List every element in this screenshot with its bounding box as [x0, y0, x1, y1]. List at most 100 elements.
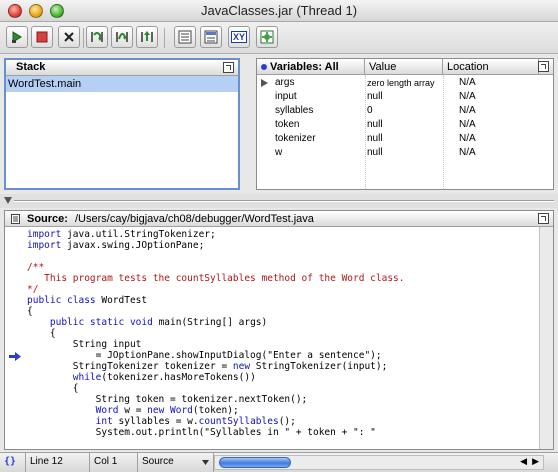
- variable-row[interactable]: tokenizer null N/A: [257, 132, 553, 146]
- variables-panel: Variables: All Value Location args zero …: [256, 58, 554, 190]
- window-title: JavaClasses.jar (Thread 1): [200, 3, 358, 18]
- status-bar: {} Line 12 Col 1 Source ◀ ▶: [0, 452, 558, 472]
- chevron-down-icon: [202, 460, 209, 465]
- code-line: System.out.println("Syllables in " + tok…: [27, 427, 376, 438]
- variable-value: 0: [367, 105, 373, 116]
- code-line: This program tests the countSyllables me…: [27, 273, 405, 284]
- split-divider[interactable]: [0, 194, 558, 208]
- column-indicator: Col 1: [90, 453, 138, 472]
- run-button[interactable]: [6, 26, 28, 48]
- xy-icon: XY: [230, 31, 247, 43]
- kill-button[interactable]: [58, 26, 80, 48]
- detail-view-button[interactable]: [200, 26, 222, 48]
- code-line: {: [27, 383, 79, 394]
- variable-location: N/A: [459, 77, 476, 88]
- gear-icon: [260, 30, 274, 44]
- step-into-icon: [91, 32, 103, 42]
- variable-location: N/A: [459, 105, 476, 116]
- mode-dropdown[interactable]: Source: [138, 453, 214, 472]
- code-line: {: [27, 306, 33, 317]
- source-label: Source:: [27, 213, 68, 225]
- scroll-right-arrow-icon[interactable]: ▶: [532, 456, 539, 467]
- variable-row[interactable]: syllables 0 N/A: [257, 104, 553, 118]
- variable-name: args: [275, 77, 295, 88]
- collapse-triangle-icon[interactable]: [4, 197, 12, 204]
- run-icon: [12, 31, 22, 43]
- toolbar: XY: [0, 22, 558, 54]
- code-line: {: [27, 328, 56, 339]
- variable-value: null: [367, 147, 383, 158]
- braces-icon: {}: [4, 456, 17, 467]
- detail-view-icon: [204, 30, 218, 44]
- current-line-arrow-icon: [9, 352, 21, 361]
- brace-match-button[interactable]: {}: [0, 453, 26, 472]
- variable-name: tokenizer: [275, 133, 316, 144]
- stop-button[interactable]: [31, 26, 53, 48]
- float-panel-icon[interactable]: [538, 213, 549, 224]
- line-indicator: Line 12: [26, 453, 90, 472]
- variable-value: null: [367, 119, 383, 130]
- title-bar: JavaClasses.jar (Thread 1): [0, 0, 558, 22]
- stack-frame-item[interactable]: WordTest.main: [6, 76, 238, 92]
- horizontal-scrollbar[interactable]: ◀ ▶: [214, 455, 544, 470]
- vertical-scrollbar[interactable]: [539, 227, 553, 449]
- step-over-button[interactable]: [111, 26, 133, 48]
- code-line: public class WordTest: [27, 295, 148, 306]
- scroll-thumb[interactable]: [219, 457, 291, 468]
- scroll-left-arrow-icon[interactable]: ◀: [520, 456, 527, 467]
- code-line: import javax.swing.JOptionPane;: [27, 240, 205, 251]
- code-line: import java.util.StringTokenizer;: [27, 229, 216, 240]
- variable-name: token: [275, 119, 300, 130]
- variable-name: input: [275, 91, 297, 102]
- code-line: public static void main(String[] args): [49, 317, 268, 328]
- variable-value: null: [367, 133, 383, 144]
- kill-icon: [64, 32, 74, 42]
- stop-icon: [36, 31, 48, 43]
- stack-panel-title: Stack: [16, 61, 46, 73]
- document-icon: [11, 214, 20, 224]
- code-line: while(tokenizer.hasMoreTokens()): [72, 372, 256, 383]
- settings-button[interactable]: [256, 26, 278, 48]
- stack-panel: Stack WordTest.main: [4, 58, 240, 190]
- code-editor[interactable]: import java.util.StringTokenizer; import …: [23, 229, 539, 443]
- variables-panel-header: Variables: All Value Location: [257, 59, 553, 75]
- variable-location: N/A: [459, 147, 476, 158]
- list-view-icon: [178, 30, 192, 44]
- variable-value: null: [367, 91, 383, 102]
- list-view-button[interactable]: [174, 26, 196, 48]
- step-out-button[interactable]: [136, 26, 158, 48]
- source-path: /Users/cay/bigjava/ch08/debugger/WordTes…: [75, 213, 314, 225]
- code-line: StringTokenizer tokenizer = new StringTo…: [27, 361, 388, 372]
- variable-location: N/A: [459, 133, 476, 144]
- code-line: Word w = new Word(token);: [95, 405, 239, 416]
- step-into-button[interactable]: [86, 26, 108, 48]
- value-column-header[interactable]: Value: [365, 59, 443, 75]
- variable-value: zero length array: [367, 78, 435, 88]
- source-panel-header: Source: /Users/cay/bigjava/ch08/debugger…: [5, 211, 553, 227]
- variable-name: syllables: [275, 105, 314, 116]
- variable-location: N/A: [459, 91, 476, 102]
- variable-row[interactable]: token null N/A: [257, 118, 553, 132]
- variable-location: N/A: [459, 119, 476, 130]
- code-line: String input: [27, 339, 142, 350]
- variable-row[interactable]: w null N/A: [257, 146, 553, 160]
- code-line: int syllables = w.countSyllables();: [95, 416, 296, 427]
- line-gutter[interactable]: [5, 229, 23, 443]
- step-out-icon: [141, 31, 153, 42]
- variable-row[interactable]: args zero length array N/A: [257, 76, 553, 90]
- xy-button[interactable]: XY: [228, 26, 250, 48]
- code-line: */: [27, 284, 39, 295]
- float-panel-icon[interactable]: [223, 62, 234, 73]
- expand-triangle-icon[interactable]: [261, 79, 268, 87]
- radio-dot-icon: [261, 64, 267, 71]
- step-over-icon: [116, 32, 128, 42]
- code-line: String token = tokenizer.nextToken();: [27, 394, 308, 405]
- variable-row[interactable]: input null N/A: [257, 90, 553, 104]
- float-panel-icon[interactable]: [538, 61, 549, 72]
- code-line: /**: [27, 262, 45, 273]
- location-column-header[interactable]: Location: [443, 59, 539, 75]
- source-panel: Source: /Users/cay/bigjava/ch08/debugger…: [4, 210, 554, 450]
- variables-column-header[interactable]: Variables: All: [257, 59, 365, 75]
- code-line: = JOptionPane.showInputDialog("Enter a s…: [27, 350, 382, 361]
- stack-panel-header: Stack: [6, 60, 238, 76]
